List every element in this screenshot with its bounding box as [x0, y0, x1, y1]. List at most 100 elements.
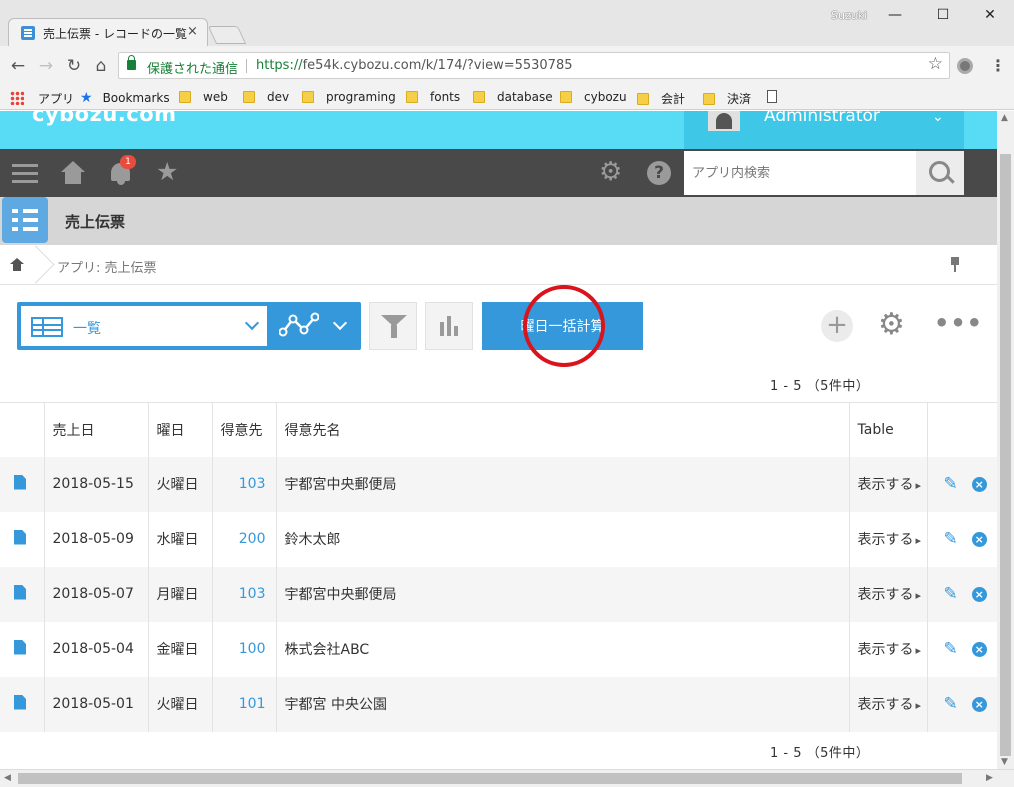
edit-pencil-icon[interactable]: ✎ — [944, 694, 958, 714]
browser-tab[interactable]: 売上伝票 - レコードの一覧 × — [8, 18, 208, 46]
bookmark-folder-web[interactable]: web — [179, 90, 228, 104]
bookmark-bookmarks[interactable]: ★ Bookmarks — [80, 90, 170, 106]
delete-icon[interactable]: × — [971, 697, 987, 712]
filter-icon[interactable] — [369, 302, 417, 350]
show-table-link[interactable]: 表示する — [858, 532, 922, 548]
edit-pencil-icon[interactable]: ✎ — [944, 474, 958, 494]
app-search-input[interactable] — [684, 151, 916, 195]
column-header-table[interactable]: Table — [849, 402, 928, 457]
settings-gear-icon[interactable]: ⚙ — [599, 159, 625, 185]
close-window-icon[interactable]: ✕ — [980, 5, 1000, 25]
pin-icon[interactable] — [950, 257, 960, 273]
more-options-icon[interactable]: ••• — [934, 307, 983, 339]
record-detail-cell[interactable] — [0, 621, 45, 677]
search-icon[interactable] — [916, 151, 964, 195]
record-document-icon[interactable] — [14, 474, 26, 490]
bookmark-folder-fonts[interactable]: fonts — [406, 90, 460, 104]
secure-label[interactable]: 保護された通信 — [147, 58, 238, 77]
portal-home-icon[interactable] — [60, 161, 86, 187]
scroll-left-icon[interactable]: ◀ — [4, 773, 11, 783]
scroll-right-icon[interactable]: ▶ — [986, 773, 993, 783]
view-selector[interactable]: 一覧 — [21, 306, 267, 346]
bookmark-apps[interactable]: アプリ — [38, 90, 74, 107]
browser-menu-icon[interactable]: ⋮ — [990, 56, 1006, 75]
records-table: 売上日 曜日 得意先 得意先名 Table 2018-05-15 火曜日 103… — [0, 402, 997, 732]
chart-bar-icon[interactable] — [425, 302, 473, 350]
column-header-actions — [927, 402, 997, 457]
maximize-icon[interactable]: ☐ — [933, 5, 953, 25]
account-menu[interactable]: Administrator ⌄ — [684, 111, 964, 149]
cell-customer[interactable]: 200 — [212, 511, 277, 567]
scroll-down-icon[interactable]: ▼ — [1001, 757, 1008, 767]
apps-grid-icon[interactable] — [10, 91, 24, 105]
bookmark-folder-database[interactable]: database — [473, 90, 553, 104]
new-tab-button[interactable] — [207, 26, 247, 44]
cell-customer[interactable]: 100 — [212, 621, 277, 677]
menu-hamburger-icon[interactable] — [12, 161, 38, 187]
cell-customer[interactable]: 103 — [212, 566, 277, 622]
app-settings-icon[interactable]: ⚙ — [878, 309, 905, 341]
show-table-link[interactable]: 表示する — [858, 587, 922, 603]
record-document-icon[interactable] — [14, 584, 26, 600]
url-text[interactable]: https://fe54k.cybozu.com/k/174/?view=553… — [256, 58, 573, 73]
home-icon[interactable]: ⌂ — [91, 55, 111, 77]
extension-icon[interactable] — [957, 58, 973, 74]
pager-top: 1 - 5 （5件中） — [770, 379, 870, 394]
record-document-icon[interactable] — [14, 694, 26, 710]
show-table-link[interactable]: 表示する — [858, 697, 922, 713]
column-header-customer[interactable]: 得意先 — [212, 402, 277, 457]
folder-icon — [560, 91, 572, 103]
vertical-scrollbar[interactable]: ▲ ▼ — [997, 111, 1014, 769]
edit-pencil-icon[interactable]: ✎ — [944, 529, 958, 549]
record-document-icon[interactable] — [14, 639, 26, 655]
edit-pencil-icon[interactable]: ✎ — [944, 584, 958, 604]
show-table-link[interactable]: 表示する — [858, 642, 922, 658]
scroll-up-icon[interactable]: ▲ — [1001, 113, 1008, 123]
horizontal-scroll-thumb[interactable] — [18, 773, 962, 784]
minimize-icon[interactable]: — — [885, 5, 905, 25]
address-bar[interactable]: 保護された通信 https://fe54k.cybozu.com/k/174/?… — [118, 52, 950, 79]
delete-icon[interactable]: × — [971, 642, 987, 657]
bookmark-folder-kessai[interactable]: 決済 — [703, 90, 751, 107]
breadcrumb-app-link[interactable]: アプリ: 売上伝票 — [57, 257, 157, 276]
delete-icon[interactable]: × — [971, 477, 987, 492]
column-header-customer-name[interactable]: 得意先名 — [276, 402, 850, 457]
column-header-date[interactable]: 売上日 — [44, 402, 149, 457]
cell-weekday: 火曜日 — [148, 456, 213, 512]
record-detail-cell[interactable] — [0, 456, 45, 512]
record-document-icon[interactable] — [14, 529, 26, 545]
graph-line-icon[interactable] — [279, 312, 319, 338]
vertical-scroll-thumb[interactable] — [1000, 154, 1011, 756]
bookmark-folder-cybozu[interactable]: cybozu — [560, 90, 627, 104]
cell-customer[interactable]: 101 — [212, 676, 277, 732]
bookmark-folder-kaikei[interactable]: 会計 — [637, 90, 685, 107]
cell-actions: ✎ × — [927, 566, 997, 622]
column-header-weekday[interactable]: 曜日 — [148, 402, 213, 457]
browser-toolbar: ← → ↻ ⌂ 保護された通信 https://fe54k.cybozu.com… — [0, 46, 1014, 86]
horizontal-scrollbar[interactable]: ◀ ▶ — [0, 769, 1014, 787]
tab-close-icon[interactable]: × — [187, 24, 198, 39]
lock-icon[interactable] — [127, 55, 136, 70]
delete-icon[interactable]: × — [971, 587, 987, 602]
bookmark-folder-programing[interactable]: programing — [302, 90, 396, 104]
bookmark-folder-dev[interactable]: dev — [243, 90, 289, 104]
bookmark-star-icon[interactable]: ☆ — [928, 54, 943, 74]
show-table-link[interactable]: 表示する — [858, 477, 922, 493]
bookmark-page-icon[interactable] — [767, 90, 777, 103]
cell-weekday: 月曜日 — [148, 566, 213, 622]
favorites-star-icon[interactable]: ★ — [156, 159, 182, 185]
add-record-icon[interactable]: + — [821, 310, 853, 342]
forward-icon[interactable]: → — [36, 55, 56, 77]
delete-icon[interactable]: × — [971, 532, 987, 547]
help-icon[interactable]: ? — [647, 161, 671, 185]
record-detail-cell[interactable] — [0, 511, 45, 567]
cybozu-logo[interactable]: cybozu.com — [32, 111, 177, 126]
record-detail-cell[interactable] — [0, 676, 45, 732]
record-detail-cell[interactable] — [0, 566, 45, 622]
graph-chevron-down-icon[interactable] — [332, 315, 348, 331]
reload-icon[interactable]: ↻ — [64, 55, 84, 77]
edit-pencil-icon[interactable]: ✎ — [944, 639, 958, 659]
cell-customer[interactable]: 103 — [212, 456, 277, 512]
browser-profile-name[interactable]: Suzuki — [831, 9, 867, 22]
back-icon[interactable]: ← — [8, 55, 28, 77]
